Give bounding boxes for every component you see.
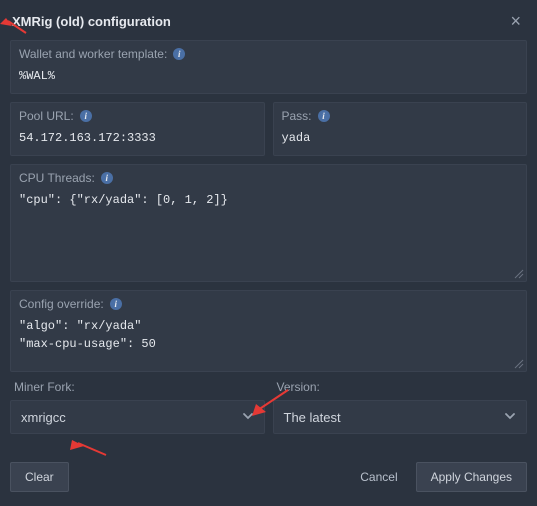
pool-field[interactable]: Pool URL: i 54.172.163.172:3333: [10, 102, 265, 156]
resize-handle-icon[interactable]: [512, 267, 524, 279]
info-icon[interactable]: i: [80, 110, 92, 122]
wallet-label: Wallet and worker template: i: [19, 47, 518, 61]
config-override-field[interactable]: Config override: i "algo": "rx/yada" "ma…: [10, 290, 527, 372]
pass-field[interactable]: Pass: i yada: [273, 102, 528, 156]
wallet-field[interactable]: Wallet and worker template: i %WAL%: [10, 40, 527, 94]
pool-value[interactable]: 54.172.163.172:3333: [19, 129, 256, 147]
info-icon[interactable]: i: [173, 48, 185, 60]
wallet-label-text: Wallet and worker template:: [19, 47, 167, 61]
version-label: Version:: [273, 380, 528, 394]
footer-right: Cancel Apply Changes: [346, 462, 527, 492]
version-select[interactable]: The latest: [273, 400, 528, 434]
pass-label-text: Pass:: [282, 109, 312, 123]
info-icon[interactable]: i: [318, 110, 330, 122]
config-value[interactable]: "algo": "rx/yada" "max-cpu-usage": 50: [19, 317, 518, 353]
pass-label: Pass: i: [282, 109, 519, 123]
config-label: Config override: i: [19, 297, 518, 311]
miner-fork-label: Miner Fork:: [10, 380, 265, 394]
miner-fork-select[interactable]: xmrigcc: [10, 400, 265, 434]
chevron-down-icon: [242, 409, 254, 425]
info-icon[interactable]: i: [110, 298, 122, 310]
version-value: The latest: [284, 410, 341, 425]
modal-body: Wallet and worker template: i %WAL% Pool…: [0, 40, 537, 448]
info-icon[interactable]: i: [101, 172, 113, 184]
resize-handle-icon[interactable]: [512, 357, 524, 369]
close-icon[interactable]: ×: [506, 10, 525, 32]
wallet-value[interactable]: %WAL%: [19, 67, 518, 85]
pool-label-text: Pool URL:: [19, 109, 74, 123]
cpu-label-text: CPU Threads:: [19, 171, 95, 185]
miner-fork-group: Miner Fork: xmrigcc: [10, 380, 265, 434]
miner-fork-value: xmrigcc: [21, 410, 66, 425]
version-group: Version: The latest: [273, 380, 528, 434]
modal-header: XMRig (old) configuration ×: [0, 0, 537, 40]
fork-version-row: Miner Fork: xmrigcc Version: The latest: [10, 380, 527, 434]
clear-button[interactable]: Clear: [10, 462, 69, 492]
cpu-threads-field[interactable]: CPU Threads: i "cpu": {"rx/yada": [0, 1,…: [10, 164, 527, 282]
cpu-label: CPU Threads: i: [19, 171, 518, 185]
pass-value[interactable]: yada: [282, 129, 519, 147]
pool-pass-row: Pool URL: i 54.172.163.172:3333 Pass: i …: [10, 102, 527, 156]
pool-label: Pool URL: i: [19, 109, 256, 123]
apply-changes-button[interactable]: Apply Changes: [416, 462, 527, 492]
modal-footer: Clear Cancel Apply Changes: [0, 448, 537, 506]
config-modal: XMRig (old) configuration × Wallet and w…: [0, 0, 537, 506]
config-label-text: Config override:: [19, 297, 104, 311]
cancel-button[interactable]: Cancel: [346, 463, 411, 491]
chevron-down-icon: [504, 409, 516, 425]
cpu-value[interactable]: "cpu": {"rx/yada": [0, 1, 2]}: [19, 191, 518, 209]
modal-title: XMRig (old) configuration: [12, 14, 171, 29]
